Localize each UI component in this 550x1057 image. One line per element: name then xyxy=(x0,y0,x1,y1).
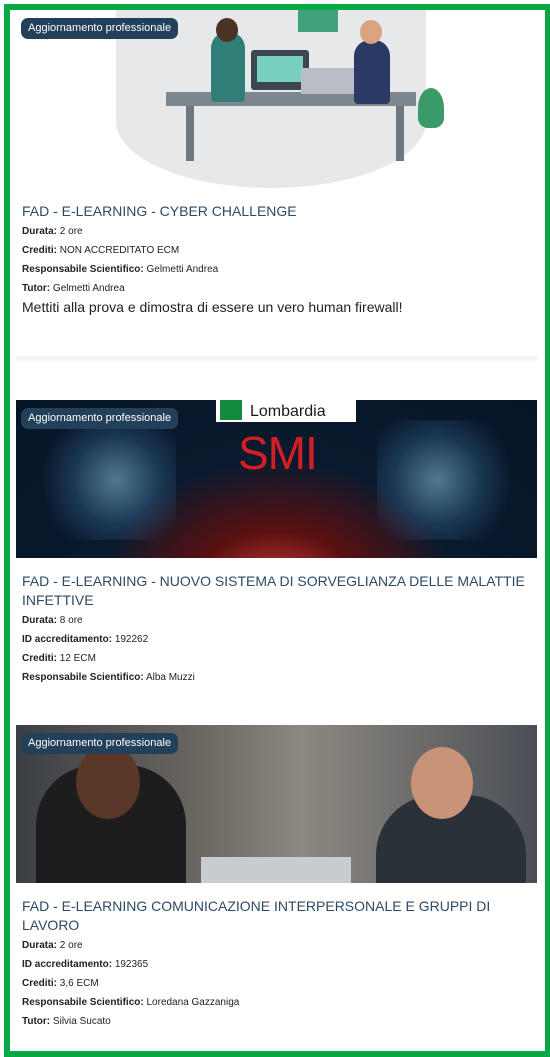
illustration-wall-art xyxy=(298,10,338,32)
illustration-plant xyxy=(418,88,444,128)
course-image[interactable]: Aggiornamento professionale xyxy=(16,10,537,188)
category-badge: Aggiornamento professionale xyxy=(21,733,179,754)
meta-value: 2 ore xyxy=(59,226,83,237)
illustration-person xyxy=(211,32,245,102)
meta-label: Crediti: xyxy=(22,978,57,989)
photo-person-head xyxy=(76,745,140,819)
meta-value: 192262 xyxy=(114,634,149,645)
meta-credits: Crediti: NON ACCREDITATO ECM xyxy=(22,241,537,260)
meta-label: Responsabile Scientifico: xyxy=(22,264,144,275)
card-divider xyxy=(16,356,537,364)
meta-credits: Crediti: 12 ECM xyxy=(22,649,537,668)
meta-label: ID accreditamento: xyxy=(22,634,113,645)
illustration-network-head xyxy=(26,420,176,540)
course-description: Mettiti alla prova e dimostra di essere … xyxy=(22,299,403,315)
meta-label: Durata: xyxy=(22,226,58,237)
lombardia-mark-icon xyxy=(220,400,242,420)
meta-responsabile: Responsabile Scientifico: Loredana Gazza… xyxy=(22,993,537,1012)
course-title[interactable]: FAD - E-LEARNING - CYBER CHALLENGE xyxy=(22,202,537,221)
course-title-line: LAVORO xyxy=(22,917,80,933)
meta-accreditation-id: ID accreditamento: 192262 xyxy=(22,630,537,649)
meta-responsabile: Responsabile Scientifico: Gelmetti Andre… xyxy=(22,260,537,279)
meta-value: Loredana Gazzaniga xyxy=(146,997,240,1008)
illustration-desk-leg xyxy=(396,106,404,161)
meta-value: Alba Muzzi xyxy=(145,672,195,683)
course-list-frame: Aggiornamento professionale FAD - E-LEAR… xyxy=(4,4,550,1057)
course-image[interactable]: Lombardia SMI Aggiornamento professional… xyxy=(16,400,537,558)
meta-responsabile: Responsabile Scientifico: Alba Muzzi xyxy=(22,668,537,687)
meta-label: Tutor: xyxy=(22,283,51,294)
course-card-comunicazione[interactable]: Aggiornamento professionale FAD - E-LEAR… xyxy=(16,725,537,1031)
meta-label: Tutor: xyxy=(22,1016,51,1027)
illustration-person-head xyxy=(360,20,382,44)
course-title-line: FAD - E-LEARNING COMUNICAZIONE INTERPERS… xyxy=(22,898,491,914)
meta-tutor: Tutor: Gelmetti Andrea xyxy=(22,279,537,298)
course-title-line: FAD - E-LEARNING - NUOVO SISTEMA DI SORV… xyxy=(22,573,525,589)
course-title[interactable]: FAD - E-LEARNING - NUOVO SISTEMA DI SORV… xyxy=(22,572,537,610)
meta-label: Responsabile Scientifico: xyxy=(22,997,144,1008)
meta-value: 8 ore xyxy=(59,615,83,626)
regione-lombardia-logo: Lombardia xyxy=(216,400,356,422)
smi-logo: SMI xyxy=(238,427,318,479)
meta-label: Crediti: xyxy=(22,245,57,256)
illustration-laptop xyxy=(301,68,361,94)
meta-tutor: Tutor: Silvia Sucato xyxy=(22,1012,537,1031)
category-badge: Aggiornamento professionale xyxy=(21,408,179,429)
category-badge: Aggiornamento professionale xyxy=(21,18,179,39)
meta-label: Crediti: xyxy=(22,653,57,664)
meta-duration: Durata: 2 ore xyxy=(22,936,537,955)
illustration-person xyxy=(354,40,390,104)
meta-value: NON ACCREDITATO ECM xyxy=(59,245,180,256)
meta-value: Silvia Sucato xyxy=(52,1016,111,1027)
meta-value: 3,6 ECM xyxy=(59,978,99,989)
meta-value: 2 ore xyxy=(59,940,83,951)
course-image[interactable]: Aggiornamento professionale xyxy=(16,725,537,883)
course-title-line: INFETTIVE xyxy=(22,592,94,608)
meta-value: 192365 xyxy=(114,959,149,970)
meta-label: ID accreditamento: xyxy=(22,959,113,970)
course-card-sorveglianza[interactable]: Lombardia SMI Aggiornamento professional… xyxy=(16,400,537,687)
meta-value: Gelmetti Andrea xyxy=(52,283,125,294)
illustration-network-head xyxy=(377,420,527,540)
meta-accreditation-id: ID accreditamento: 192365 xyxy=(22,955,537,974)
lombardia-logo-text: Lombardia xyxy=(250,403,326,420)
meta-label: Durata: xyxy=(22,940,58,951)
meta-duration: Durata: 8 ore xyxy=(22,611,537,630)
photo-person-head xyxy=(411,747,473,819)
course-card-cyber-challenge[interactable]: Aggiornamento professionale FAD - E-LEAR… xyxy=(16,10,537,317)
illustration-person-head xyxy=(216,18,238,42)
meta-value: Gelmetti Andrea xyxy=(146,264,219,275)
meta-credits: Crediti: 3,6 ECM xyxy=(22,974,537,993)
course-title[interactable]: FAD - E-LEARNING COMUNICAZIONE INTERPERS… xyxy=(22,897,537,935)
photo-laptop xyxy=(201,857,351,883)
meta-label: Responsabile Scientifico: xyxy=(22,672,144,683)
illustration-desk-leg xyxy=(186,106,194,161)
meta-value: 12 ECM xyxy=(59,653,96,664)
meta-label: Durata: xyxy=(22,615,58,626)
meta-duration: Durata: 2 ore xyxy=(22,222,537,241)
